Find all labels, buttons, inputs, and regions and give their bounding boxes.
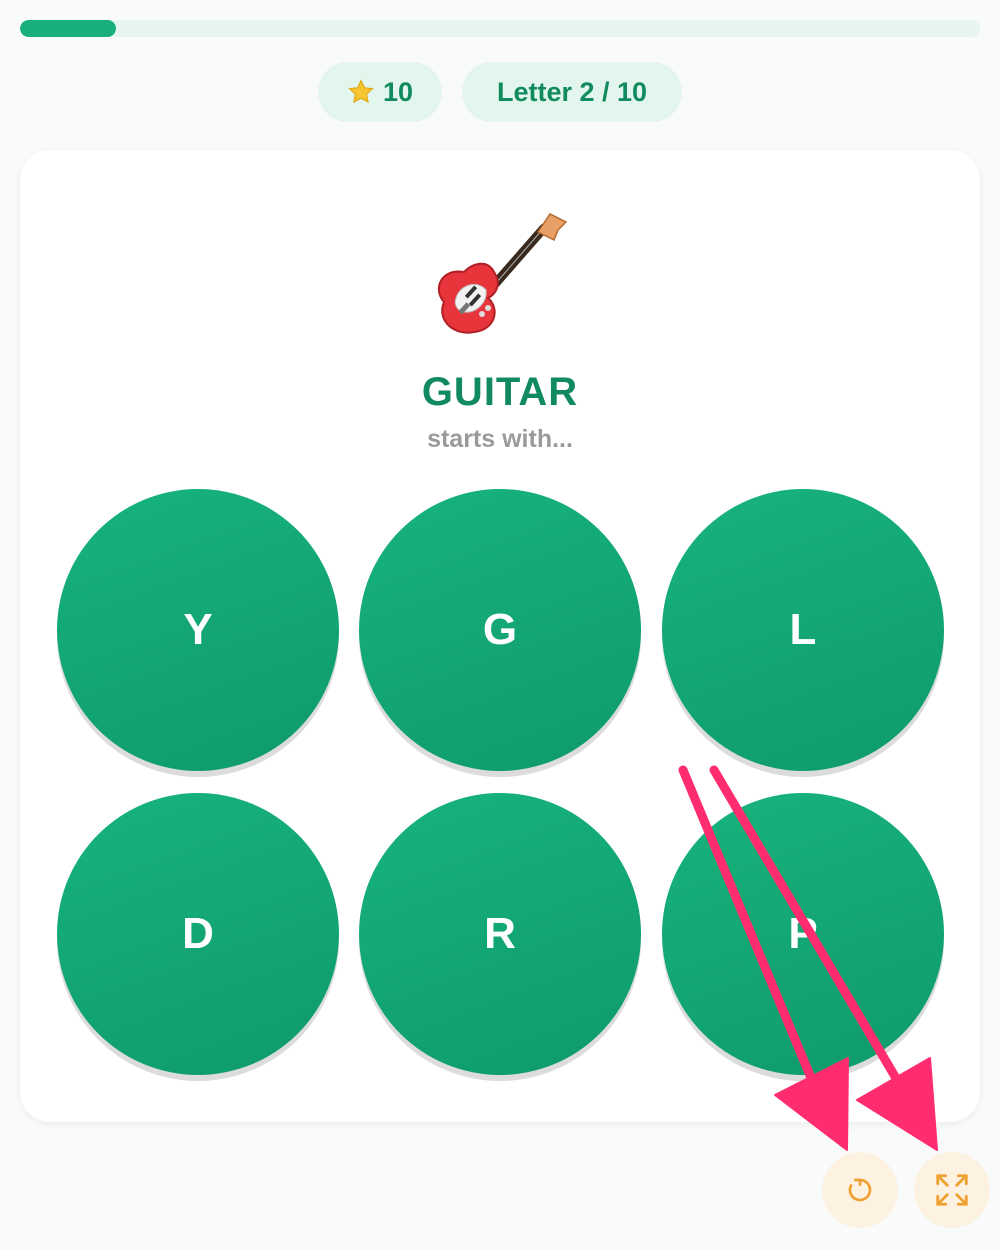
letter-option-p[interactable]: P (662, 793, 944, 1075)
star-icon (348, 79, 374, 104)
letter-counter: Letter 2 / 10 (462, 62, 682, 122)
question-word: GUITAR (421, 370, 579, 414)
letter-option-d[interactable]: D (57, 793, 339, 1075)
progress-bar (20, 20, 980, 37)
fullscreen-button[interactable] (914, 1152, 990, 1228)
restart-icon (848, 1178, 872, 1202)
restart-button[interactable] (822, 1152, 898, 1228)
fullscreen-icon (936, 1174, 968, 1206)
question-prompt: starts with... (427, 425, 573, 453)
letter-option-l[interactable]: L (662, 489, 944, 771)
question-image (0, 210, 1000, 340)
letter-option-y[interactable]: Y (57, 489, 339, 771)
progress-fill (20, 20, 116, 37)
stars-badge: 10 (318, 62, 442, 122)
guitar-icon (437, 213, 568, 334)
letter-option-r[interactable]: R (359, 793, 641, 1075)
letter-option-g[interactable]: G (359, 489, 641, 771)
stars-count: 10 (382, 76, 414, 107)
